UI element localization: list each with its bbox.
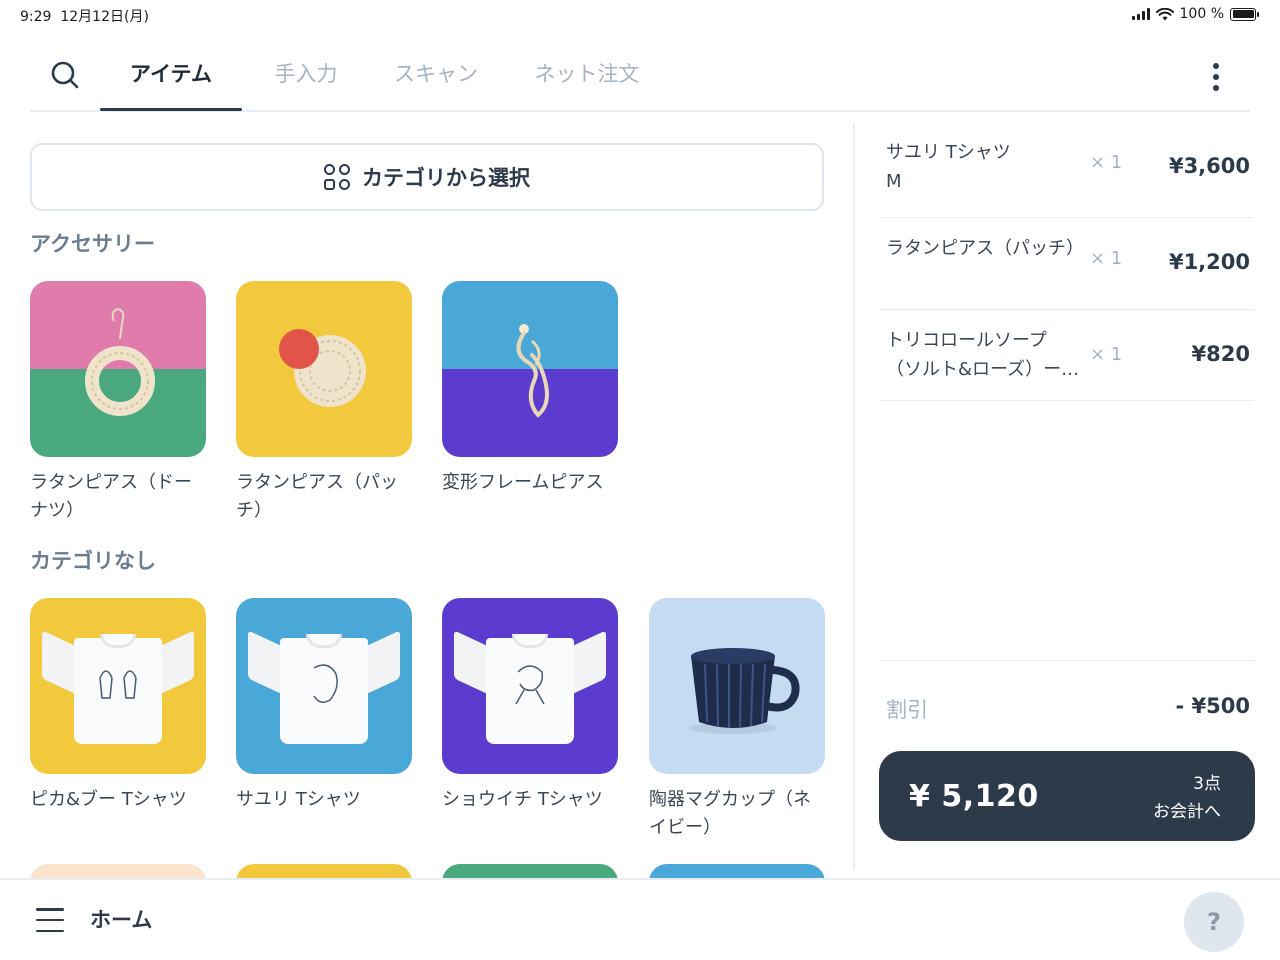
product-name: ショウイチ Tシャツ xyxy=(442,789,603,810)
tab-scan[interactable]: スキャン xyxy=(384,40,488,112)
cart-item-price: ¥820 xyxy=(1191,342,1250,366)
battery-percent: 100 % xyxy=(1179,6,1224,22)
product-image xyxy=(649,598,825,774)
battery-fill xyxy=(1232,10,1254,18)
section-title-accessories: アクセサリー xyxy=(30,232,155,256)
tab-bar: アイテム 手入力 スキャン ネット注文 xyxy=(30,40,1250,112)
cart-item-qty: × 1 xyxy=(1090,152,1123,173)
tab-online-orders[interactable]: ネット注文 xyxy=(524,40,650,112)
discount-label: 割引 xyxy=(886,698,928,722)
cart-line-item[interactable]: ラタンピアス（パッチ） × 1 ¥1,200 xyxy=(880,218,1254,310)
product-tile[interactable]: 変形フレームピアス xyxy=(442,281,618,497)
product-image xyxy=(236,598,412,774)
bottom-bar: ホーム ? xyxy=(0,878,1280,960)
category-grid-icon xyxy=(324,164,350,190)
tshirt-icon xyxy=(244,628,404,748)
cart-item-name: サユリ Tシャツ M xyxy=(886,142,1011,192)
status-bar: 9:29 12月12日(月) 100 % xyxy=(0,0,1280,30)
product-tile[interactable]: 陶器マグカップ（ネイビー） xyxy=(649,598,825,842)
rattan-donut-earring-icon xyxy=(85,307,155,416)
product-tile[interactable]: ピカ&ブー Tシャツ xyxy=(30,598,206,814)
tab-manual-entry[interactable]: 手入力 xyxy=(258,40,354,112)
tshirt-icon xyxy=(38,628,198,748)
product-name: 変形フレームピアス xyxy=(442,472,604,493)
cart-item-name: トリコロールソープ（ソルト&ローズ）ー… xyxy=(886,330,1080,380)
product-tile[interactable]: ショウイチ Tシャツ xyxy=(442,598,618,814)
select-category-button[interactable]: カテゴリから選択 xyxy=(30,143,824,211)
discount-value: - ¥500 xyxy=(1175,694,1250,718)
product-tile[interactable]: ラタンピアス（パッチ） xyxy=(236,281,412,525)
mug-icon xyxy=(689,648,800,734)
checkout-label: お会計へ xyxy=(1153,802,1221,822)
product-image xyxy=(442,281,618,457)
product-image xyxy=(236,281,412,457)
checkout-total: ¥ 5,120 xyxy=(909,779,1039,814)
cart-item-name: ラタンピアス（パッチ） xyxy=(886,238,1084,259)
product-image xyxy=(442,598,618,774)
cellular-signal-icon xyxy=(1131,8,1150,20)
more-options-icon[interactable] xyxy=(1202,60,1230,94)
search-icon[interactable] xyxy=(48,58,82,92)
battery-icon xyxy=(1230,7,1259,21)
product-image xyxy=(30,598,206,774)
product-name: 陶器マグカップ（ネイビー） xyxy=(649,789,811,838)
wifi-icon xyxy=(1155,7,1174,20)
section-title-uncategorized: カテゴリなし xyxy=(30,549,156,573)
active-tab-indicator xyxy=(100,108,242,111)
help-button[interactable]: ? xyxy=(1184,892,1244,952)
product-image xyxy=(30,281,206,457)
product-tile[interactable]: ラタンピアス（ドーナツ） xyxy=(30,281,206,525)
status-time: 9:29 12月12日(月) xyxy=(20,6,149,26)
product-name: ピカ&ブー Tシャツ xyxy=(30,789,187,810)
product-name: ラタンピアス（パッチ） xyxy=(236,472,398,521)
cart-item-qty: × 1 xyxy=(1090,344,1123,365)
cart-line-item[interactable]: サユリ Tシャツ M × 1 ¥3,600 xyxy=(880,124,1254,218)
wavy-frame-earring-icon xyxy=(516,324,549,418)
cart-item-price: ¥3,600 xyxy=(1168,154,1250,178)
clock-date: 12月12日(月) xyxy=(60,9,149,25)
cart-line-item[interactable]: トリコロールソープ（ソルト&ローズ）ー… × 1 ¥820 xyxy=(880,310,1254,401)
home-label: ホーム xyxy=(90,908,153,932)
status-indicators: 100 % xyxy=(1131,6,1259,22)
select-category-label: カテゴリから選択 xyxy=(362,166,530,190)
clock-time: 9:29 xyxy=(20,9,52,25)
product-name: サユリ Tシャツ xyxy=(236,789,361,810)
hamburger-menu-icon[interactable] xyxy=(36,908,64,932)
tshirt-icon xyxy=(450,628,610,748)
cart-item-qty: × 1 xyxy=(1090,248,1123,269)
rattan-patch-earring-icon xyxy=(279,329,366,407)
cart-item-price: ¥1,200 xyxy=(1168,250,1250,274)
product-tile[interactable]: サユリ Tシャツ xyxy=(236,598,412,814)
product-name: ラタンピアス（ドーナツ） xyxy=(30,472,192,521)
checkout-button[interactable]: ¥ 5,120 3点 お会計へ xyxy=(879,751,1255,841)
tab-items[interactable]: アイテム xyxy=(100,40,242,112)
discount-divider xyxy=(880,660,1254,661)
checkout-item-count: 3点 xyxy=(1193,774,1221,794)
panel-divider xyxy=(853,124,855,870)
